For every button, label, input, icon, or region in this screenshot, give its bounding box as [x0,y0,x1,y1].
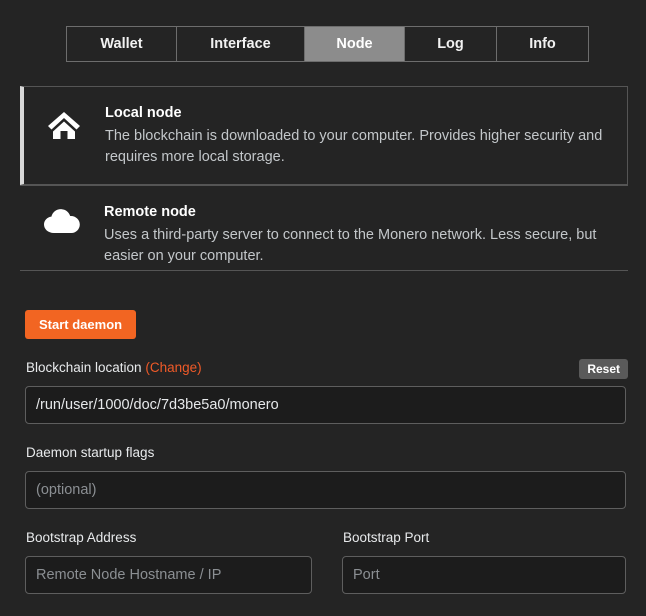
daemon-flags-label: Daemon startup flags [26,445,155,460]
tab-wallet[interactable]: Wallet [67,27,177,61]
node-option-remote-title: Remote node [104,204,196,220]
blockchain-location-input[interactable] [25,386,626,424]
daemon-flags-input[interactable] [25,471,626,509]
reset-button[interactable]: Reset [579,359,628,379]
node-option-list: Local node The blockchain is downloaded … [20,86,628,284]
tab-wallet-label: Wallet [100,36,143,52]
tab-info[interactable]: Info [497,27,588,61]
node-option-local-description: The blockchain is downloaded to your com… [105,128,603,165]
node-option-remote-text: Remote node Uses a third-party server to… [86,202,618,267]
node-settings-page: Wallet Interface Node Log Info Local nod… [0,0,646,616]
tab-bar: Wallet Interface Node Log Info [66,26,589,62]
home-icon [41,103,87,141]
bootstrap-port-label: Bootstrap Port [343,530,430,545]
tab-node-label: Node [336,36,373,52]
bootstrap-address-label: Bootstrap Address [26,530,137,545]
bootstrap-port-input[interactable] [342,556,626,594]
node-option-local-text: Local node The blockchain is downloaded … [87,103,617,168]
tab-log[interactable]: Log [405,27,497,61]
tab-interface[interactable]: Interface [177,27,305,61]
node-option-local[interactable]: Local node The blockchain is downloaded … [20,86,628,185]
tab-interface-label: Interface [210,36,271,52]
bootstrap-address-input[interactable] [25,556,312,594]
cloud-icon [40,202,86,236]
blockchain-location-label-text: Blockchain location [26,360,142,375]
change-location-link[interactable]: (Change) [145,360,201,375]
tab-log-label: Log [437,36,464,52]
section-divider [20,270,628,271]
tab-node[interactable]: Node [305,27,405,61]
start-daemon-button[interactable]: Start daemon [25,310,137,339]
node-option-local-title: Local node [105,105,182,121]
node-option-remote-description: Uses a third-party server to connect to … [104,227,597,264]
blockchain-location-label: Blockchain location (Change) [26,359,202,377]
tab-info-label: Info [529,36,556,52]
